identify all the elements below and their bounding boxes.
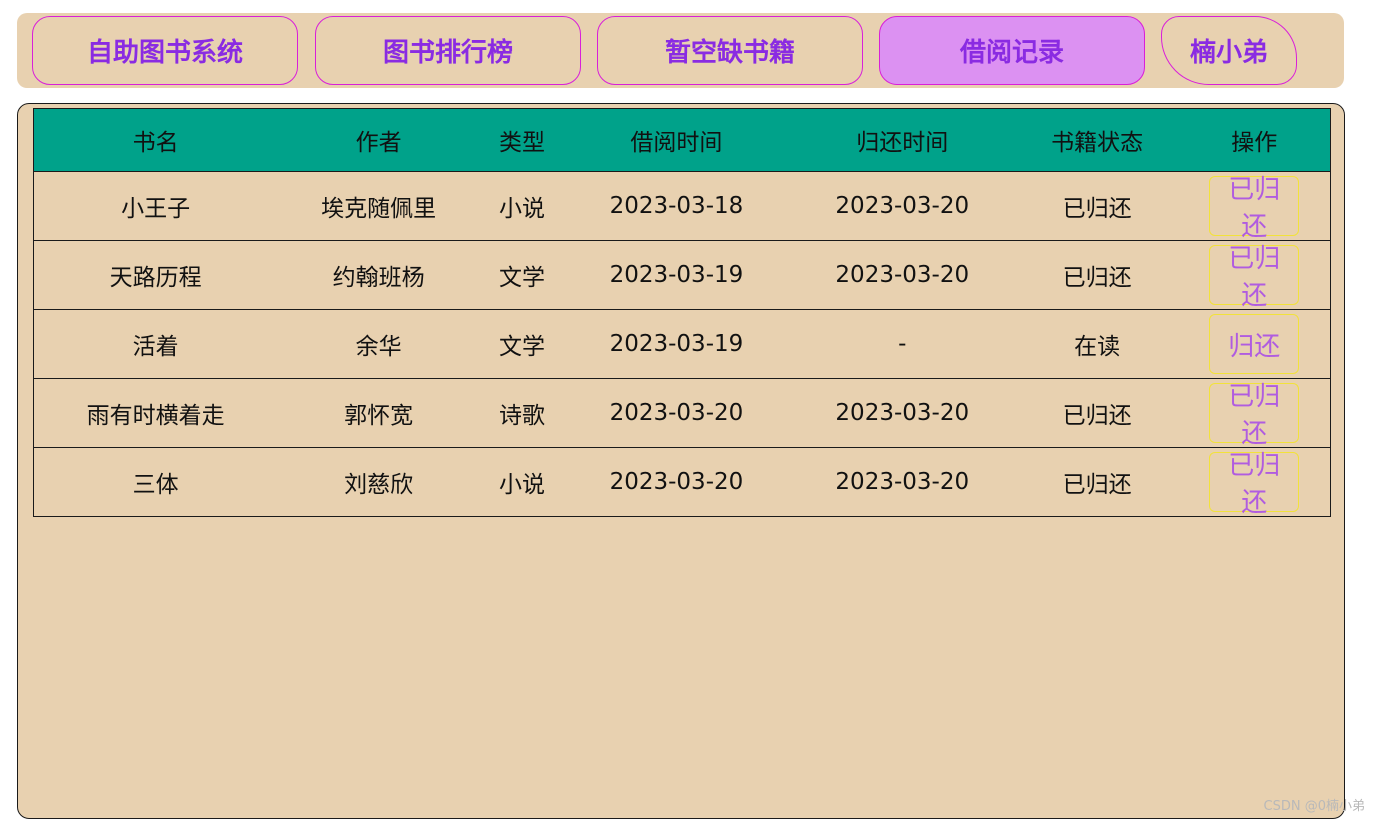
table-header-row: 书名 作者 类型 借阅时间 归还时间 书籍状态 操作 [33,108,1331,172]
nav-borrow-records[interactable]: 借阅记录 [879,16,1145,85]
cell-action: 归还 [1178,309,1331,379]
cell-type: 小说 [480,447,565,517]
cell-status: 已归还 [1015,447,1179,517]
cell-status: 已归还 [1015,378,1179,448]
watermark: CSDN @0楠小弟 [1263,799,1365,814]
cell-status: 已归还 [1015,171,1179,241]
cell-return-time: 2023-03-20 [788,240,1016,310]
cell-title: 三体 [33,447,278,517]
cell-return-time: 2023-03-20 [788,447,1016,517]
cell-status: 在读 [1015,309,1179,379]
cell-title: 活着 [33,309,278,379]
cell-borrow-time: 2023-03-20 [564,378,789,448]
cell-action: 已归还 [1178,447,1331,518]
cell-action: 已归还 [1178,378,1331,449]
header-title: 书名 [33,108,278,172]
returned-button[interactable]: 已归还 [1209,451,1300,518]
borrow-records-table: 书名 作者 类型 借阅时间 归还时间 书籍状态 操作 小王子 埃克随佩里 小说 … [33,108,1331,518]
header-author: 作者 [277,108,481,172]
cell-type: 小说 [480,171,565,241]
returned-button[interactable]: 已归还 [1209,175,1300,242]
table-row: 天路历程 约翰班杨 文学 2023-03-19 2023-03-20 已归还 已… [33,240,1331,311]
nav-missing-books[interactable]: 暂空缺书籍 [597,16,863,85]
cell-action: 已归还 [1178,171,1331,242]
cell-author: 郭怀宽 [277,378,481,448]
cell-status: 已归还 [1015,240,1179,310]
cell-title: 小王子 [33,171,278,241]
cell-title: 天路历程 [33,240,278,310]
borrow-records-panel: 书名 作者 类型 借阅时间 归还时间 书籍状态 操作 小王子 埃克随佩里 小说 … [17,103,1345,819]
header-action: 操作 [1178,108,1331,172]
cell-author: 约翰班杨 [277,240,481,310]
cell-return-time: - [788,309,1016,379]
cell-borrow-time: 2023-03-18 [564,171,789,241]
cell-author: 刘慈欣 [277,447,481,517]
table-row: 活着 余华 文学 2023-03-19 - 在读 归还 [33,309,1331,379]
top-nav-bar: 自助图书系统 图书排行榜 暂空缺书籍 借阅记录 楠小弟 [17,13,1344,88]
returned-button[interactable]: 已归还 [1209,244,1300,311]
nav-self-service-library[interactable]: 自助图书系统 [32,16,298,85]
cell-type: 文学 [480,240,565,310]
nav-book-ranking[interactable]: 图书排行榜 [315,16,581,85]
cell-return-time: 2023-03-20 [788,378,1016,448]
table-row: 雨有时横着走 郭怀宽 诗歌 2023-03-20 2023-03-20 已归还 … [33,378,1331,449]
cell-borrow-time: 2023-03-19 [564,309,789,379]
cell-borrow-time: 2023-03-19 [564,240,789,310]
table-row: 小王子 埃克随佩里 小说 2023-03-18 2023-03-20 已归还 已… [33,171,1331,242]
return-button[interactable]: 归还 [1209,314,1300,374]
nav-user-profile[interactable]: 楠小弟 [1161,16,1297,85]
cell-title: 雨有时横着走 [33,378,278,448]
cell-type: 文学 [480,309,565,379]
header-type: 类型 [480,108,565,172]
header-return-time: 归还时间 [788,108,1016,172]
cell-action: 已归还 [1178,240,1331,311]
returned-button[interactable]: 已归还 [1209,382,1300,449]
header-status: 书籍状态 [1015,108,1179,172]
header-borrow-time: 借阅时间 [564,108,789,172]
cell-author: 埃克随佩里 [277,171,481,241]
cell-borrow-time: 2023-03-20 [564,447,789,517]
cell-return-time: 2023-03-20 [788,171,1016,241]
cell-author: 余华 [277,309,481,379]
cell-type: 诗歌 [480,378,565,448]
table-row: 三体 刘慈欣 小说 2023-03-20 2023-03-20 已归还 已归还 [33,447,1331,518]
